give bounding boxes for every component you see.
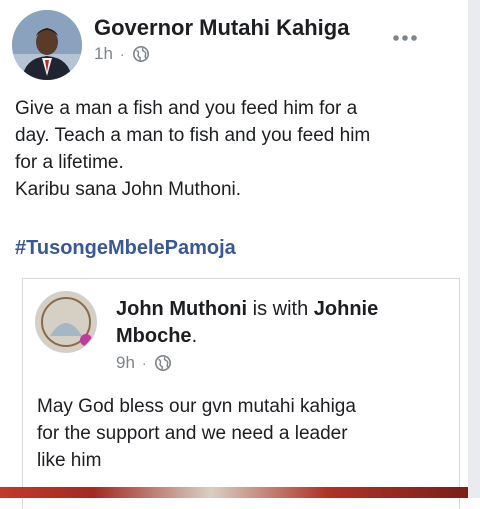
globe-icon [154,354,171,372]
shared-author-name[interactable]: John Muthoni [116,298,247,320]
globe-icon [132,45,149,63]
post-time[interactable]: 1h [94,44,113,64]
post-text-line: Karibu sana John Muthoni. [15,179,242,200]
shared-text-line: May God bless our gvn mutahi kahiga [37,396,356,417]
post-image-preview[interactable] [0,487,468,498]
shared-meta-separator: · [141,355,147,371]
post-text-line: for a lifetime. [15,152,124,173]
shared-title-period: . [191,325,198,347]
more-options-icon[interactable] [390,26,420,50]
shared-post-meta: 9h · [116,353,172,373]
shared-author-avatar[interactable] [35,291,97,353]
shared-with-text: is with [247,298,314,320]
shared-post-card[interactable]: John Muthoni is with Johnie Mboche. 9h ·… [22,278,460,509]
post-header: Governor Mutahi Kahiga 1h · [0,0,468,88]
meta-separator: · [119,46,125,62]
feed-background-strip [468,0,480,498]
post-text-line: day. Teach a man to fish and you feed hi… [15,125,371,146]
author-name[interactable]: Governor Mutahi Kahiga [94,15,349,41]
hashtag-link[interactable]: #TusongeMbelePamoja [15,237,236,260]
post-meta: 1h · [94,44,150,64]
shared-post-title: John Muthoni is with Johnie Mboche. [116,296,456,350]
post-body-text: Give a man a fish and you feed him for a… [15,95,460,203]
shared-text-line: like him [37,450,102,471]
post-text-line: Give a man a fish and you feed him for a [15,98,358,119]
author-avatar[interactable] [12,10,82,80]
shared-post-body-text: May God bless our gvn mutahi kahiga for … [37,393,447,474]
shared-text-line: for the support and we need a leader [37,423,348,444]
shared-post-time[interactable]: 9h [116,353,135,373]
